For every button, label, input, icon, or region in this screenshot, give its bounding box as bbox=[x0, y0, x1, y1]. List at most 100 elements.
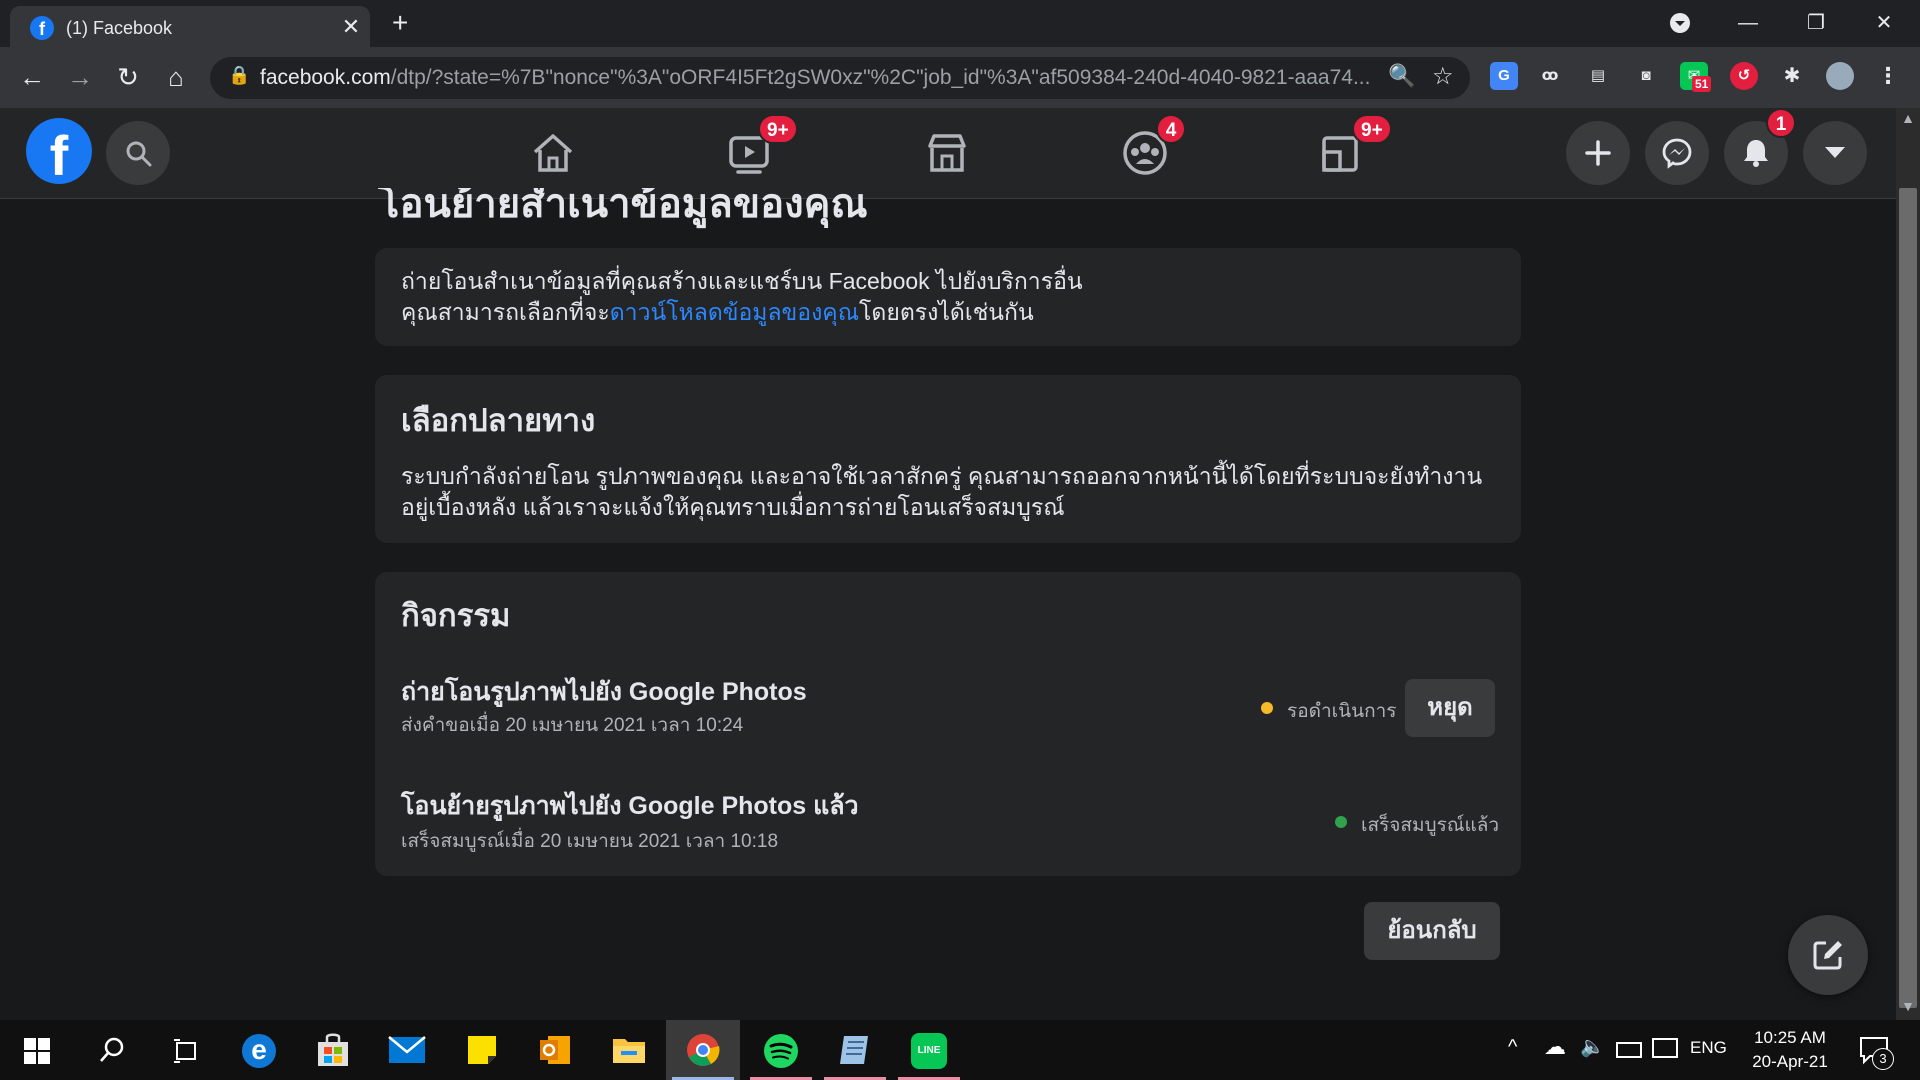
mail-icon bbox=[388, 1036, 426, 1063]
close-window-icon[interactable]: ✕ bbox=[1856, 4, 1912, 42]
extension-red-icon[interactable]: ↺ bbox=[1730, 62, 1758, 90]
taskbar-edge[interactable]: e bbox=[222, 1020, 296, 1080]
notepad-icon bbox=[840, 1036, 868, 1064]
taskbar-search-button[interactable] bbox=[74, 1020, 148, 1080]
taskbar-mail[interactable] bbox=[370, 1020, 444, 1080]
folder-icon bbox=[613, 1039, 645, 1063]
messenger-icon bbox=[1662, 138, 1692, 169]
taskbar-store[interactable] bbox=[296, 1020, 370, 1080]
clock-date: 20-Apr-21 bbox=[1752, 1052, 1828, 1071]
extension-badge: 51 bbox=[1692, 76, 1712, 92]
browser-tab[interactable]: f (1) Facebook ✕ bbox=[10, 6, 370, 47]
outlook-icon bbox=[540, 1036, 570, 1064]
status-complete-dot-icon bbox=[1335, 816, 1347, 828]
notification-count-badge: 3 bbox=[1872, 1048, 1894, 1070]
taskbar-file-explorer[interactable] bbox=[592, 1020, 666, 1080]
taskbar-app[interactable] bbox=[818, 1020, 892, 1080]
facebook-logo-icon[interactable]: f bbox=[26, 118, 92, 187]
clock[interactable]: 10:25 AM 20-Apr-21 bbox=[1742, 1026, 1838, 1074]
network-icon[interactable] bbox=[1652, 1038, 1678, 1058]
status-pending-text: รอดำเนินการ bbox=[1287, 701, 1397, 722]
status-complete-text: เสร็จสมบูรณ์แล้ว bbox=[1361, 815, 1500, 836]
chrome-icon bbox=[687, 1034, 720, 1066]
download-your-info-link[interactable]: ดาวน์โหลดข้อมูลของคุณ bbox=[610, 299, 859, 325]
taskbar-spotify[interactable] bbox=[744, 1020, 818, 1080]
destination-line-1: ระบบกำลังถ่ายโอน รูปภาพของคุณ และอาจใช้เ… bbox=[401, 463, 1483, 489]
tray-chevron-up-icon[interactable]: ^ bbox=[1508, 1036, 1517, 1059]
tab-search-icon[interactable] bbox=[1652, 4, 1708, 42]
activity-item: ถ่ายโอนรูปภาพไปยัง Google Photos ส่งคำขอ… bbox=[375, 672, 1521, 762]
new-message-button[interactable] bbox=[1788, 915, 1868, 995]
scroll-up-icon[interactable]: ▲ bbox=[1898, 110, 1918, 126]
activity-item-subtitle: ส่งคำขอเมื่อ 20 เมษายน 2021 เวลา 10:24 bbox=[401, 715, 744, 736]
back-arrow-icon[interactable]: ← bbox=[14, 59, 50, 95]
start-button[interactable] bbox=[0, 1020, 74, 1080]
intro-card: ถ่ายโอนสำเนาข้อมูลที่คุณสร้างและแชร์บน F… bbox=[375, 248, 1521, 346]
translate-extension-icon[interactable]: G bbox=[1490, 62, 1518, 90]
zoom-icon[interactable]: 🔍 bbox=[1388, 63, 1415, 89]
messenger-button[interactable] bbox=[1645, 121, 1709, 185]
create-button[interactable] bbox=[1566, 121, 1630, 185]
watch-badge: 9+ bbox=[758, 114, 798, 144]
chrome-menu-icon[interactable]: ⋮ bbox=[1874, 62, 1902, 90]
windows-logo-icon bbox=[24, 1038, 50, 1064]
gaming-badge: 9+ bbox=[1352, 114, 1392, 144]
destination-line-2: อยู่เบื้องหลัง แล้วเราจะแจ้งให้คุณทราบเม… bbox=[401, 494, 1065, 520]
search-button[interactable] bbox=[106, 121, 170, 185]
taskbar-line[interactable]: LINE bbox=[892, 1020, 966, 1080]
destination-heading: เลือกปลายทาง bbox=[401, 403, 596, 438]
onedrive-cloud-icon[interactable]: ☁ bbox=[1544, 1034, 1566, 1060]
tab-close-icon[interactable]: ✕ bbox=[338, 14, 364, 40]
activity-item: โอนย้ายรูปภาพไปยัง Google Photos แล้ว เส… bbox=[375, 786, 1521, 856]
intro-line-2-post: โดยตรงได้เช่นกัน bbox=[859, 299, 1034, 325]
address-bar[interactable]: 🔒 facebook.com/dtp/?state=%7B"nonce"%3A"… bbox=[210, 57, 1470, 99]
url-host: facebook.com bbox=[260, 66, 391, 89]
new-tab-icon[interactable]: + bbox=[392, 9, 408, 37]
plus-icon bbox=[1585, 140, 1611, 166]
taskbar-outlook[interactable] bbox=[518, 1020, 592, 1080]
taskbar-sticky-notes[interactable] bbox=[444, 1020, 518, 1080]
nav-home[interactable] bbox=[526, 126, 580, 180]
puzzle-extensions-icon[interactable]: ✱ bbox=[1778, 62, 1806, 90]
bookmark-star-icon[interactable]: ☆ bbox=[1432, 62, 1454, 91]
activity-item-title: ถ่ายโอนรูปภาพไปยัง Google Photos bbox=[401, 678, 807, 706]
home-icon[interactable]: ⌂ bbox=[158, 59, 194, 95]
search-icon bbox=[126, 141, 152, 167]
extension-icon[interactable]: ꝏ bbox=[1536, 62, 1564, 90]
windows-taskbar: e LINE ^ ☁ 🔈 ENG 10:25 AM 20-Apr-21 3 bbox=[0, 1020, 1920, 1080]
volume-icon[interactable]: 🔈 bbox=[1580, 1034, 1605, 1059]
extension-printer-icon[interactable]: ▤ bbox=[1584, 62, 1612, 90]
lock-icon[interactable]: 🔒 bbox=[228, 65, 250, 86]
action-center-button[interactable]: 3 bbox=[1858, 1034, 1894, 1070]
url-path: /dtp/?state=%7B"nonce"%3A"oORF4I5Ft2gSW0… bbox=[390, 66, 1371, 89]
nav-marketplace[interactable] bbox=[920, 126, 974, 180]
edge-icon: e bbox=[242, 1034, 276, 1068]
caret-down-icon bbox=[1825, 147, 1845, 158]
stop-transfer-button[interactable]: หยุด bbox=[1405, 679, 1495, 737]
scrollbar-thumb[interactable] bbox=[1899, 188, 1917, 1008]
status-pending-dot-icon bbox=[1261, 702, 1273, 714]
intro-line-2-pre: คุณสามารถเลือกที่จะ bbox=[401, 299, 610, 325]
minimize-icon[interactable]: — bbox=[1720, 4, 1776, 42]
scroll-down-icon[interactable]: ▼ bbox=[1898, 998, 1918, 1014]
restore-icon[interactable]: ❐ bbox=[1788, 4, 1844, 42]
profile-avatar-icon[interactable] bbox=[1826, 62, 1854, 90]
compose-icon bbox=[1813, 941, 1842, 970]
battery-icon[interactable] bbox=[1616, 1042, 1642, 1058]
bell-icon bbox=[1744, 140, 1768, 167]
notifications-badge: 1 bbox=[1766, 108, 1796, 138]
taskbar-chrome[interactable] bbox=[666, 1020, 740, 1080]
facebook-favicon-icon: f bbox=[30, 16, 54, 40]
groups-badge: 4 bbox=[1156, 114, 1186, 144]
forward-arrow-icon[interactable]: → bbox=[62, 59, 98, 95]
camera-extension-icon[interactable]: ◙ bbox=[1632, 62, 1660, 90]
task-view-icon bbox=[174, 1039, 196, 1063]
reload-icon[interactable]: ↻ bbox=[110, 59, 146, 95]
task-view-button[interactable] bbox=[148, 1020, 222, 1080]
activity-card: กิจกรรม ถ่ายโอนรูปภาพไปยัง Google Photos… bbox=[375, 572, 1521, 876]
clock-time: 10:25 AM bbox=[1754, 1028, 1826, 1047]
language-indicator[interactable]: ENG bbox=[1690, 1038, 1727, 1058]
account-menu-button[interactable] bbox=[1803, 121, 1867, 185]
back-button[interactable]: ย้อนกลับ bbox=[1364, 902, 1500, 960]
line-extension-icon[interactable]: ✉ 51 bbox=[1680, 62, 1712, 92]
